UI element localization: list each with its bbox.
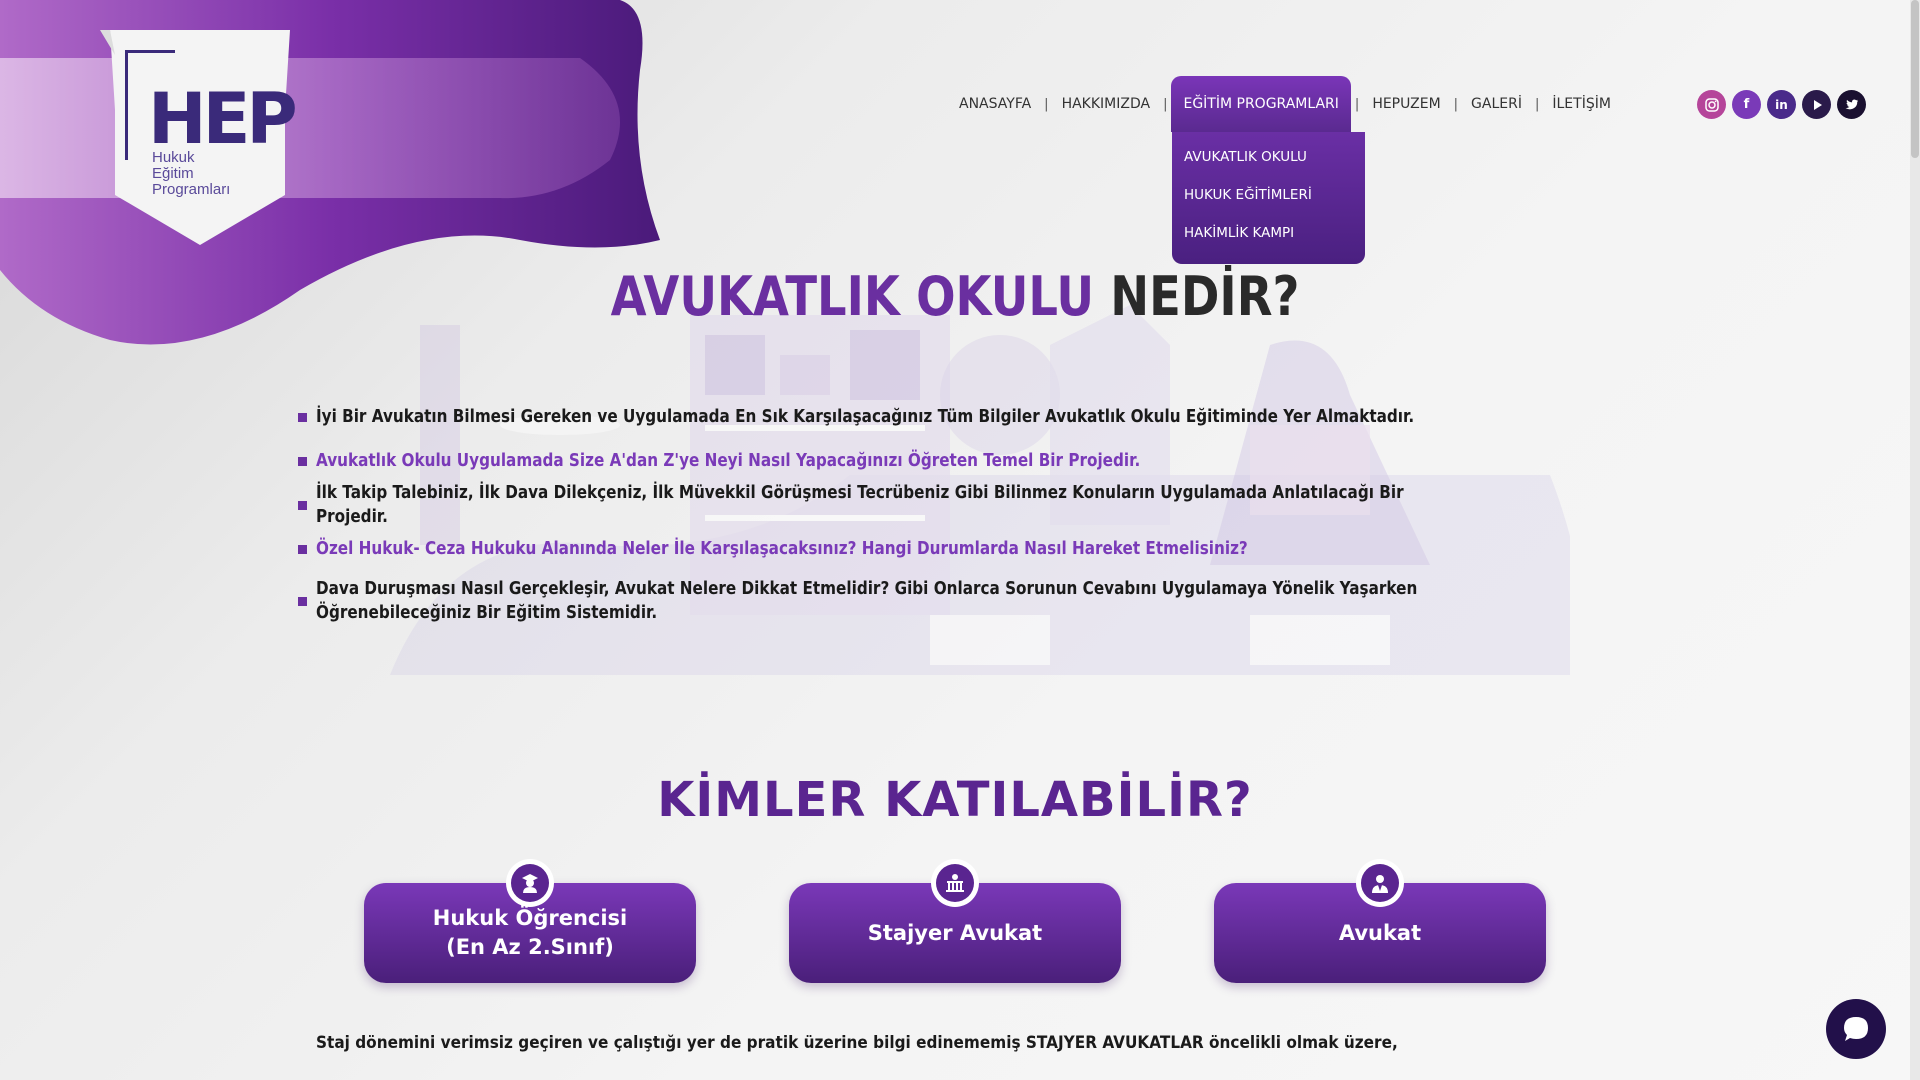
logo-mark[interactable]: HEP [148,78,298,160]
chat-widget-button[interactable] [1826,999,1886,1059]
list-item-text: İyi Bir Avukatın Bilmesi Gereken ve Uygu… [316,407,1415,427]
nav-item-hakkimizda[interactable]: HAKKIMIZDA [1049,96,1164,112]
list-item: İlk Takip Talebiniz, İlk Dava Dilekçeniz… [298,483,1598,527]
features-list: İyi Bir Avukatın Bilmesi Gereken ve Uygu… [298,395,1598,631]
nav-item-iletisim[interactable]: İLETİŞİM [1539,96,1624,112]
nav-item-egitim-programlari[interactable]: EĞİTİM PROGRAMLARI [1171,76,1351,132]
dropdown-item-hukuk-egitimleri[interactable]: HUKUK EĞİTİMLERİ [1172,178,1365,216]
list-item-text: Dava Duruşması Nasıl Gerçekleşir, Avukat… [316,579,1418,623]
linkedin-icon[interactable]: in [1767,90,1796,119]
card-label: Avukat [1338,920,1422,945]
logo-subtitle: Hukuk Eğitim Programları [152,149,231,198]
programs-dropdown-menu: AVUKATLIK OKULU HUKUK EĞİTİMLERİ HAKİMLİ… [1172,132,1365,264]
scrollbar-thumb[interactable] [1911,0,1919,158]
instagram-icon[interactable] [1697,90,1726,119]
list-item: Özel Hukuk- Ceza Hukuku Alanında Neler İ… [298,527,1598,571]
card-icon-wrap [1356,859,1404,907]
bullet-square-icon [298,596,307,606]
nav-item-galeri[interactable]: GALERİ [1458,96,1535,112]
bullet-square-icon [298,412,307,422]
list-item-text: İlk Takip Talebiniz, İlk Dava Dilekçeniz… [316,483,1404,527]
card-label: Hukuk Öğrencisi (En Az 2.Sınıf) [432,906,628,959]
dropdown-item-hakimlik-kampi[interactable]: HAKİMLİK KAMPI [1172,216,1365,254]
bullet-square-icon [298,456,307,466]
participant-card-student[interactable]: Hukuk Öğrencisi (En Az 2.Sınıf) [364,859,696,983]
participant-card-lawyer[interactable]: Avukat [1214,859,1546,983]
facebook-icon[interactable]: f [1732,90,1761,119]
intro-paragraph: Staj dönemini verimsiz geçiren ve çalışt… [316,1033,1398,1053]
page-scrollbar[interactable] [1910,0,1920,1080]
twitter-icon[interactable] [1837,90,1866,119]
list-item: Dava Duruşması Nasıl Gerçekleşir, Avukat… [298,571,1598,631]
lawyer-icon [1361,864,1399,902]
page: HEP Hukuk Eğitim Programları ANASAYFA | … [0,0,1920,1080]
list-item: Avukatlık Okulu Uygulamada Size A'dan Z'… [298,439,1598,483]
student-icon [511,864,549,902]
social-links: f in [1697,90,1866,119]
courthouse-icon [936,864,974,902]
card-label: Stajyer Avukat [867,920,1043,945]
list-item: İyi Bir Avukatın Bilmesi Gereken ve Uygu… [298,395,1598,439]
participants-title: KİMLER KATILABİLİR? [657,772,1253,828]
nav-item-anasayfa[interactable]: ANASAYFA [946,96,1044,112]
card-icon-wrap [931,859,979,907]
card-icon-wrap [506,859,554,907]
chat-bubble-icon [1844,1017,1868,1041]
list-item-text: Özel Hukuk- Ceza Hukuku Alanında Neler İ… [316,539,1248,559]
youtube-icon[interactable] [1802,90,1831,119]
dropdown-item-avukatlik-okulu[interactable]: AVUKATLIK OKULU [1172,140,1365,178]
list-item-text: Avukatlık Okulu Uygulamada Size A'dan Z'… [316,451,1141,471]
bullet-square-icon [298,500,307,510]
page-title: AVUKATLIK OKULU NEDİR? [134,265,1777,328]
nav-item-hepuzem[interactable]: HEPUZEM [1359,96,1453,112]
main-nav: ANASAYFA | HAKKIMIZDA | EĞİTİM PROGRAMLA… [946,76,1624,132]
bullet-square-icon [298,544,307,554]
nav-separator: | [1163,96,1168,112]
participant-card-intern-lawyer[interactable]: Stajyer Avukat [789,859,1121,983]
page-title-part1: AVUKATLIK OKULU [610,265,1095,328]
page-title-part2: NEDİR? [1110,265,1300,328]
